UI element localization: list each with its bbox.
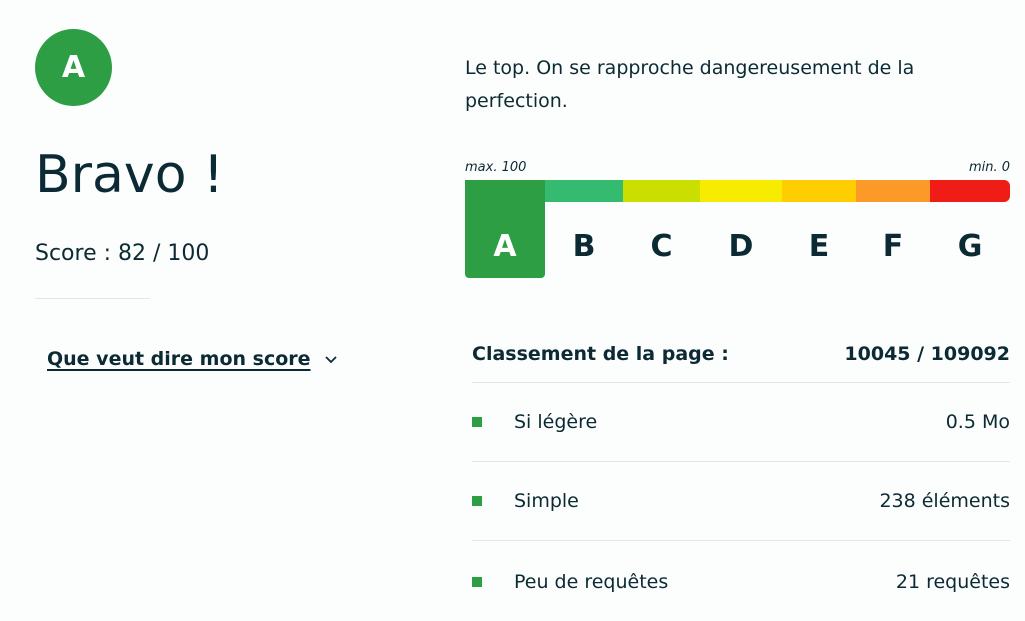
ranking-row: Classement de la page : 10045 / 109092 <box>472 326 1010 383</box>
scale-letter-g: G <box>957 229 983 264</box>
score-explanation-label: Que veut dire mon score <box>47 348 311 370</box>
grade-badge: A <box>35 29 112 106</box>
metric-label: Peu de requêtes <box>514 570 669 593</box>
bullet-icon <box>472 417 482 427</box>
scale-letter-a: A <box>465 180 545 278</box>
metric-label: Simple <box>514 490 579 512</box>
metric-value: 0.5 Mo <box>945 411 1010 433</box>
scale-letter-d: D <box>728 229 754 264</box>
bullet-icon <box>472 576 482 587</box>
ranking-value: 10045 / 109092 <box>844 343 1010 365</box>
metric-value: 21 requêtes <box>895 570 1010 593</box>
metric-label: Si légère <box>514 411 598 433</box>
scale-letter-e: E <box>808 229 830 264</box>
page-title: Bravo ! <box>35 145 224 205</box>
grade-scale: AB C D E F G <box>465 180 1010 278</box>
grade-badge-letter: A <box>61 50 86 85</box>
score-explanation-link[interactable]: Que veut dire mon score <box>47 348 339 370</box>
scale-max-label: max. 100 <box>465 160 527 175</box>
scale-letter-c: C <box>650 229 673 264</box>
metric-row-weight: Si légère 0.5 Mo <box>472 383 1010 462</box>
metric-value: 238 éléments <box>879 490 1010 512</box>
score-description: Le top. On se rapproche dangereusement d… <box>465 57 915 112</box>
ranking-label: Classement de la page : <box>472 343 729 365</box>
scale-letter-b: B <box>572 229 596 264</box>
divider <box>35 298 150 299</box>
scale-min-label: min. 0 <box>968 160 1010 175</box>
scale-letter-f: F <box>882 229 904 264</box>
scale-labels: max. 100 min. 0 <box>465 160 1010 175</box>
bullet-icon <box>472 496 482 506</box>
metric-row-elements: Simple 238 éléments <box>472 462 1010 541</box>
metric-row-requests: Peu de requêtes 21 requêtes <box>472 542 1010 621</box>
score-text: Score : 82 / 100 <box>35 241 210 266</box>
chevron-down-icon <box>324 356 337 364</box>
